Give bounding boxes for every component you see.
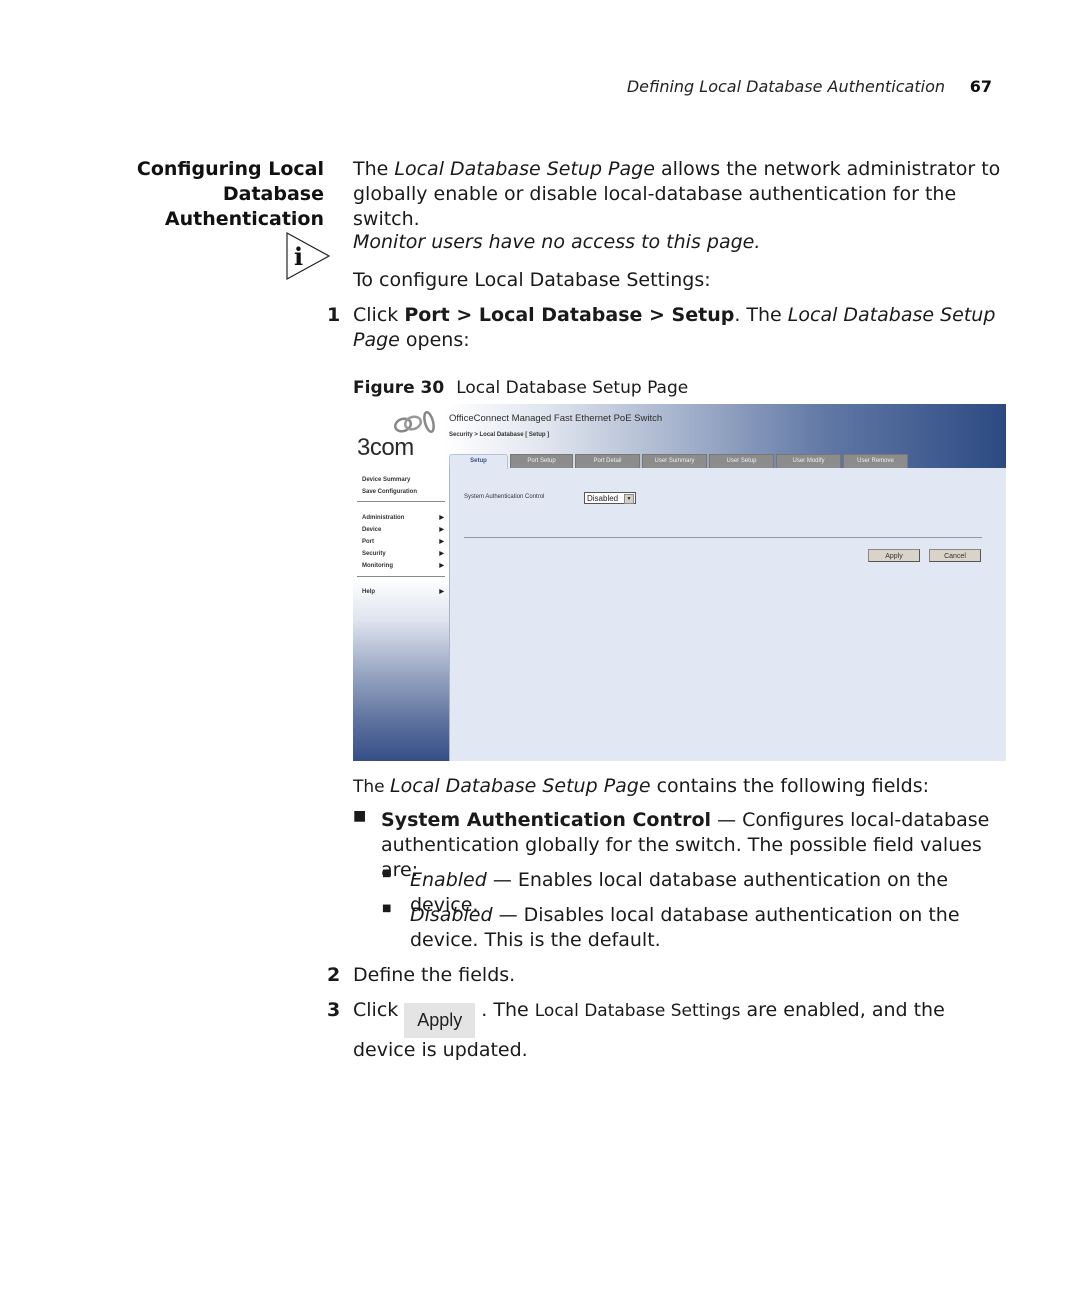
settings-name: Local Database Settings [534, 1001, 741, 1021]
value-desc: — Disables local database authentication… [410, 904, 960, 951]
configure-intro: To configure Local Database Settings: [353, 269, 711, 291]
running-header-title: Defining Local Database Authentication [626, 77, 945, 96]
web-ui-header: 3com OfficeConnect Managed Fast Ethernet… [353, 404, 1006, 469]
step-text: opens: [399, 329, 470, 351]
fields-intro-page-name: Local Database Setup Page [390, 775, 651, 797]
bullet-icon: ■ [353, 808, 367, 824]
sidebar-item-monitoring[interactable]: Monitoring ▶ [362, 563, 444, 569]
chevron-right-icon: ▶ [439, 589, 444, 595]
sidebar-label: Device [362, 527, 382, 533]
note-text: Monitor users have no access to this pag… [353, 231, 761, 253]
sidebar-label: Help [362, 589, 376, 595]
value-disabled: Disabled — Disables local database authe… [410, 903, 1000, 953]
sidebar-item-device[interactable]: Device ▶ [362, 527, 444, 533]
sidebar-item-port[interactable]: Port ▶ [362, 539, 444, 545]
chevron-right-icon: ▶ [439, 563, 444, 569]
chevron-right-icon: ▶ [439, 515, 444, 521]
svg-text:i: i [294, 242, 303, 271]
apply-button[interactable]: Apply [868, 549, 920, 562]
breadcrumb: Security > Local Database [ Setup ] [449, 432, 550, 438]
app-title: OfficeConnect Managed Fast Ethernet PoE … [449, 413, 663, 424]
step-number: 3 [327, 999, 341, 1021]
sidebar-divider [357, 501, 445, 502]
tab-user-modify[interactable]: User Modify [776, 454, 841, 468]
sidebar-label: Monitoring [362, 563, 393, 569]
sidebar-item-save-configuration[interactable]: Save Configuration [362, 489, 444, 495]
fields-intro: The Local Database Setup Page contains t… [353, 774, 929, 800]
tab-setup[interactable]: Setup [449, 454, 508, 469]
step-number: 2 [327, 964, 341, 986]
cancel-button[interactable]: Cancel [929, 549, 981, 562]
section-heading: Configuring Local Database Authenticatio… [120, 157, 324, 232]
figure-title: Local Database Setup Page [456, 378, 689, 398]
tab-port-setup[interactable]: Port Setup [510, 454, 573, 468]
tab-user-setup[interactable]: User Setup [709, 454, 774, 468]
apply-button-image: Apply [404, 1003, 476, 1038]
web-ui-screenshot: 3com OfficeConnect Managed Fast Ethernet… [353, 404, 1006, 761]
divider-line [464, 537, 982, 538]
system-authentication-control-select[interactable]: Disabled ▼ [584, 492, 636, 504]
section-heading-line: Database [222, 183, 324, 205]
section-heading-line: Authentication [164, 208, 324, 230]
step-text: Click [353, 999, 399, 1021]
web-ui-sidebar: Device Summary Save Configuration Admini… [353, 468, 450, 761]
chevron-right-icon: ▶ [439, 551, 444, 557]
sidebar-label: Administration [362, 515, 405, 521]
step-text: Click [353, 304, 405, 326]
field-name: System Authentication Control [381, 809, 712, 831]
tab-port-detail[interactable]: Port Detail [575, 454, 640, 468]
fields-intro-text: The [353, 777, 391, 797]
step-text: . The [734, 304, 788, 326]
step-1: Click Port > Local Database > Setup. The… [353, 303, 1003, 353]
step-text: . The [481, 999, 535, 1021]
chevron-right-icon: ▶ [439, 539, 444, 545]
step-3: Click Apply. The Local Database Settings … [353, 998, 1003, 1063]
logo-text: 3com [357, 434, 414, 461]
menu-path: Port > Local Database > Setup [404, 304, 735, 326]
sidebar-label: Security [362, 551, 386, 557]
intro-page-name: Local Database Setup Page [394, 158, 655, 180]
fields-intro-text: contains the following fields: [650, 775, 930, 797]
value-name: Disabled [410, 904, 493, 926]
info-icon: i [286, 231, 331, 281]
select-value: Disabled [587, 494, 619, 503]
3com-logo-icon [393, 411, 435, 433]
bullet-icon: ■ [382, 903, 392, 914]
sidebar-divider [357, 576, 445, 577]
sidebar-item-device-summary[interactable]: Device Summary [362, 477, 444, 483]
bullet-icon: ■ [382, 868, 392, 879]
section-heading-line: Configuring Local [136, 158, 324, 180]
step-number: 1 [327, 304, 341, 326]
tab-user-summary[interactable]: User Summary [642, 454, 707, 468]
chevron-right-icon: ▶ [439, 527, 444, 533]
system-authentication-control-label: System Authentication Control [464, 494, 545, 500]
step-2: Define the fields. [353, 964, 516, 986]
sidebar-item-administration[interactable]: Administration ▶ [362, 515, 444, 521]
tab-user-remove[interactable]: User Remove [843, 454, 908, 468]
page-number: 67 [969, 77, 992, 96]
figure-label: Figure 30 [353, 378, 445, 398]
figure-caption: Figure 30 Local Database Setup Page [353, 376, 688, 401]
tab-bar: Setup Port Setup Port Detail User Summar… [449, 454, 910, 469]
intro-paragraph: The Local Database Setup Page allows the… [353, 157, 1003, 232]
sidebar-item-help[interactable]: Help ▶ [362, 589, 444, 595]
intro-text: The [353, 158, 395, 180]
chevron-down-icon: ▼ [624, 494, 634, 504]
value-name: Enabled [410, 869, 487, 891]
sidebar-label: Port [362, 539, 374, 545]
sidebar-item-security[interactable]: Security ▶ [362, 551, 444, 557]
